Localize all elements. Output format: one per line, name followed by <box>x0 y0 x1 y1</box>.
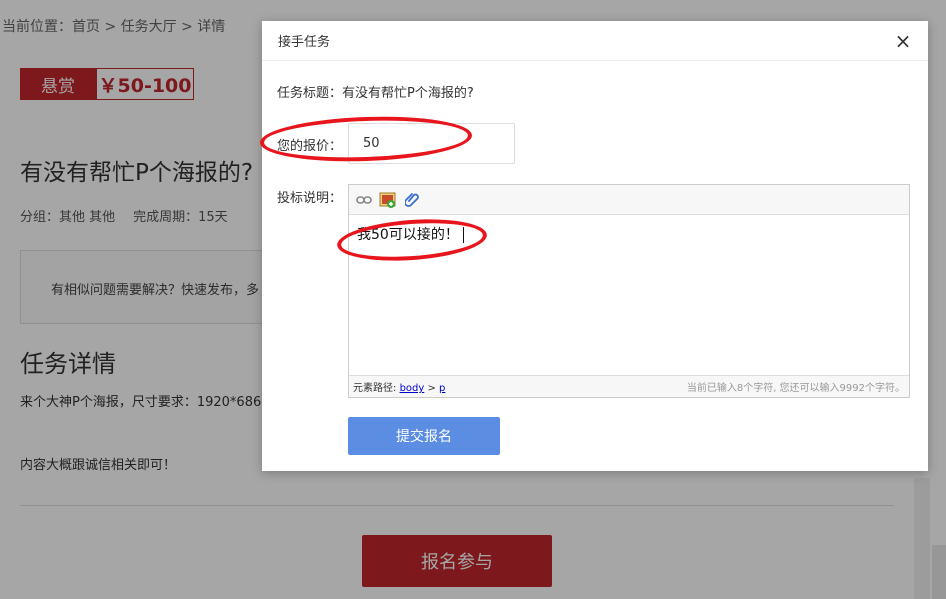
accept-task-dialog: 接手任务 × 任务标题：有没有帮忙P个海报的? 您的报价： 投标说明： 我50可… <box>262 21 928 471</box>
editor-text: 我50可以接的！ <box>357 227 459 243</box>
path-p-link[interactable]: p <box>439 383 445 394</box>
element-path: 元素路径: body > p <box>353 379 445 394</box>
submit-button[interactable]: 提交报名 <box>348 417 500 455</box>
char-counter: 当前已输入8个字符, 您还可以输入9992个字符。 <box>686 383 905 394</box>
path-body-link[interactable]: body <box>400 383 425 394</box>
path-separator: > <box>424 383 440 394</box>
price-label: 您的报价： <box>277 139 343 154</box>
editor-content[interactable]: 我50可以接的！ <box>349 215 909 377</box>
editor-toolbar <box>349 185 909 215</box>
editor-statusbar: 元素路径: body > p 当前已输入8个字符, 您还可以输入9992个字符。 <box>349 375 909 397</box>
price-input[interactable] <box>348 123 515 164</box>
task-title-label: 任务标题： <box>277 86 343 101</box>
text-caret <box>462 227 464 243</box>
rich-text-editor[interactable]: 我50可以接的！ 元素路径: body > p 当前已输入8个字符, 您还可以输… <box>348 184 910 398</box>
image-icon[interactable] <box>379 191 397 209</box>
close-icon[interactable]: × <box>892 30 914 52</box>
task-title-row: 任务标题：有没有帮忙P个海报的? <box>277 82 474 101</box>
task-title-value: 有没有帮忙P个海报的? <box>342 86 474 101</box>
desc-label: 投标说明： <box>277 191 343 206</box>
attachment-icon[interactable] <box>403 191 421 209</box>
dialog-title: 接手任务 <box>262 21 928 61</box>
path-label: 元素路径: <box>353 383 400 394</box>
link-icon[interactable] <box>355 191 373 209</box>
